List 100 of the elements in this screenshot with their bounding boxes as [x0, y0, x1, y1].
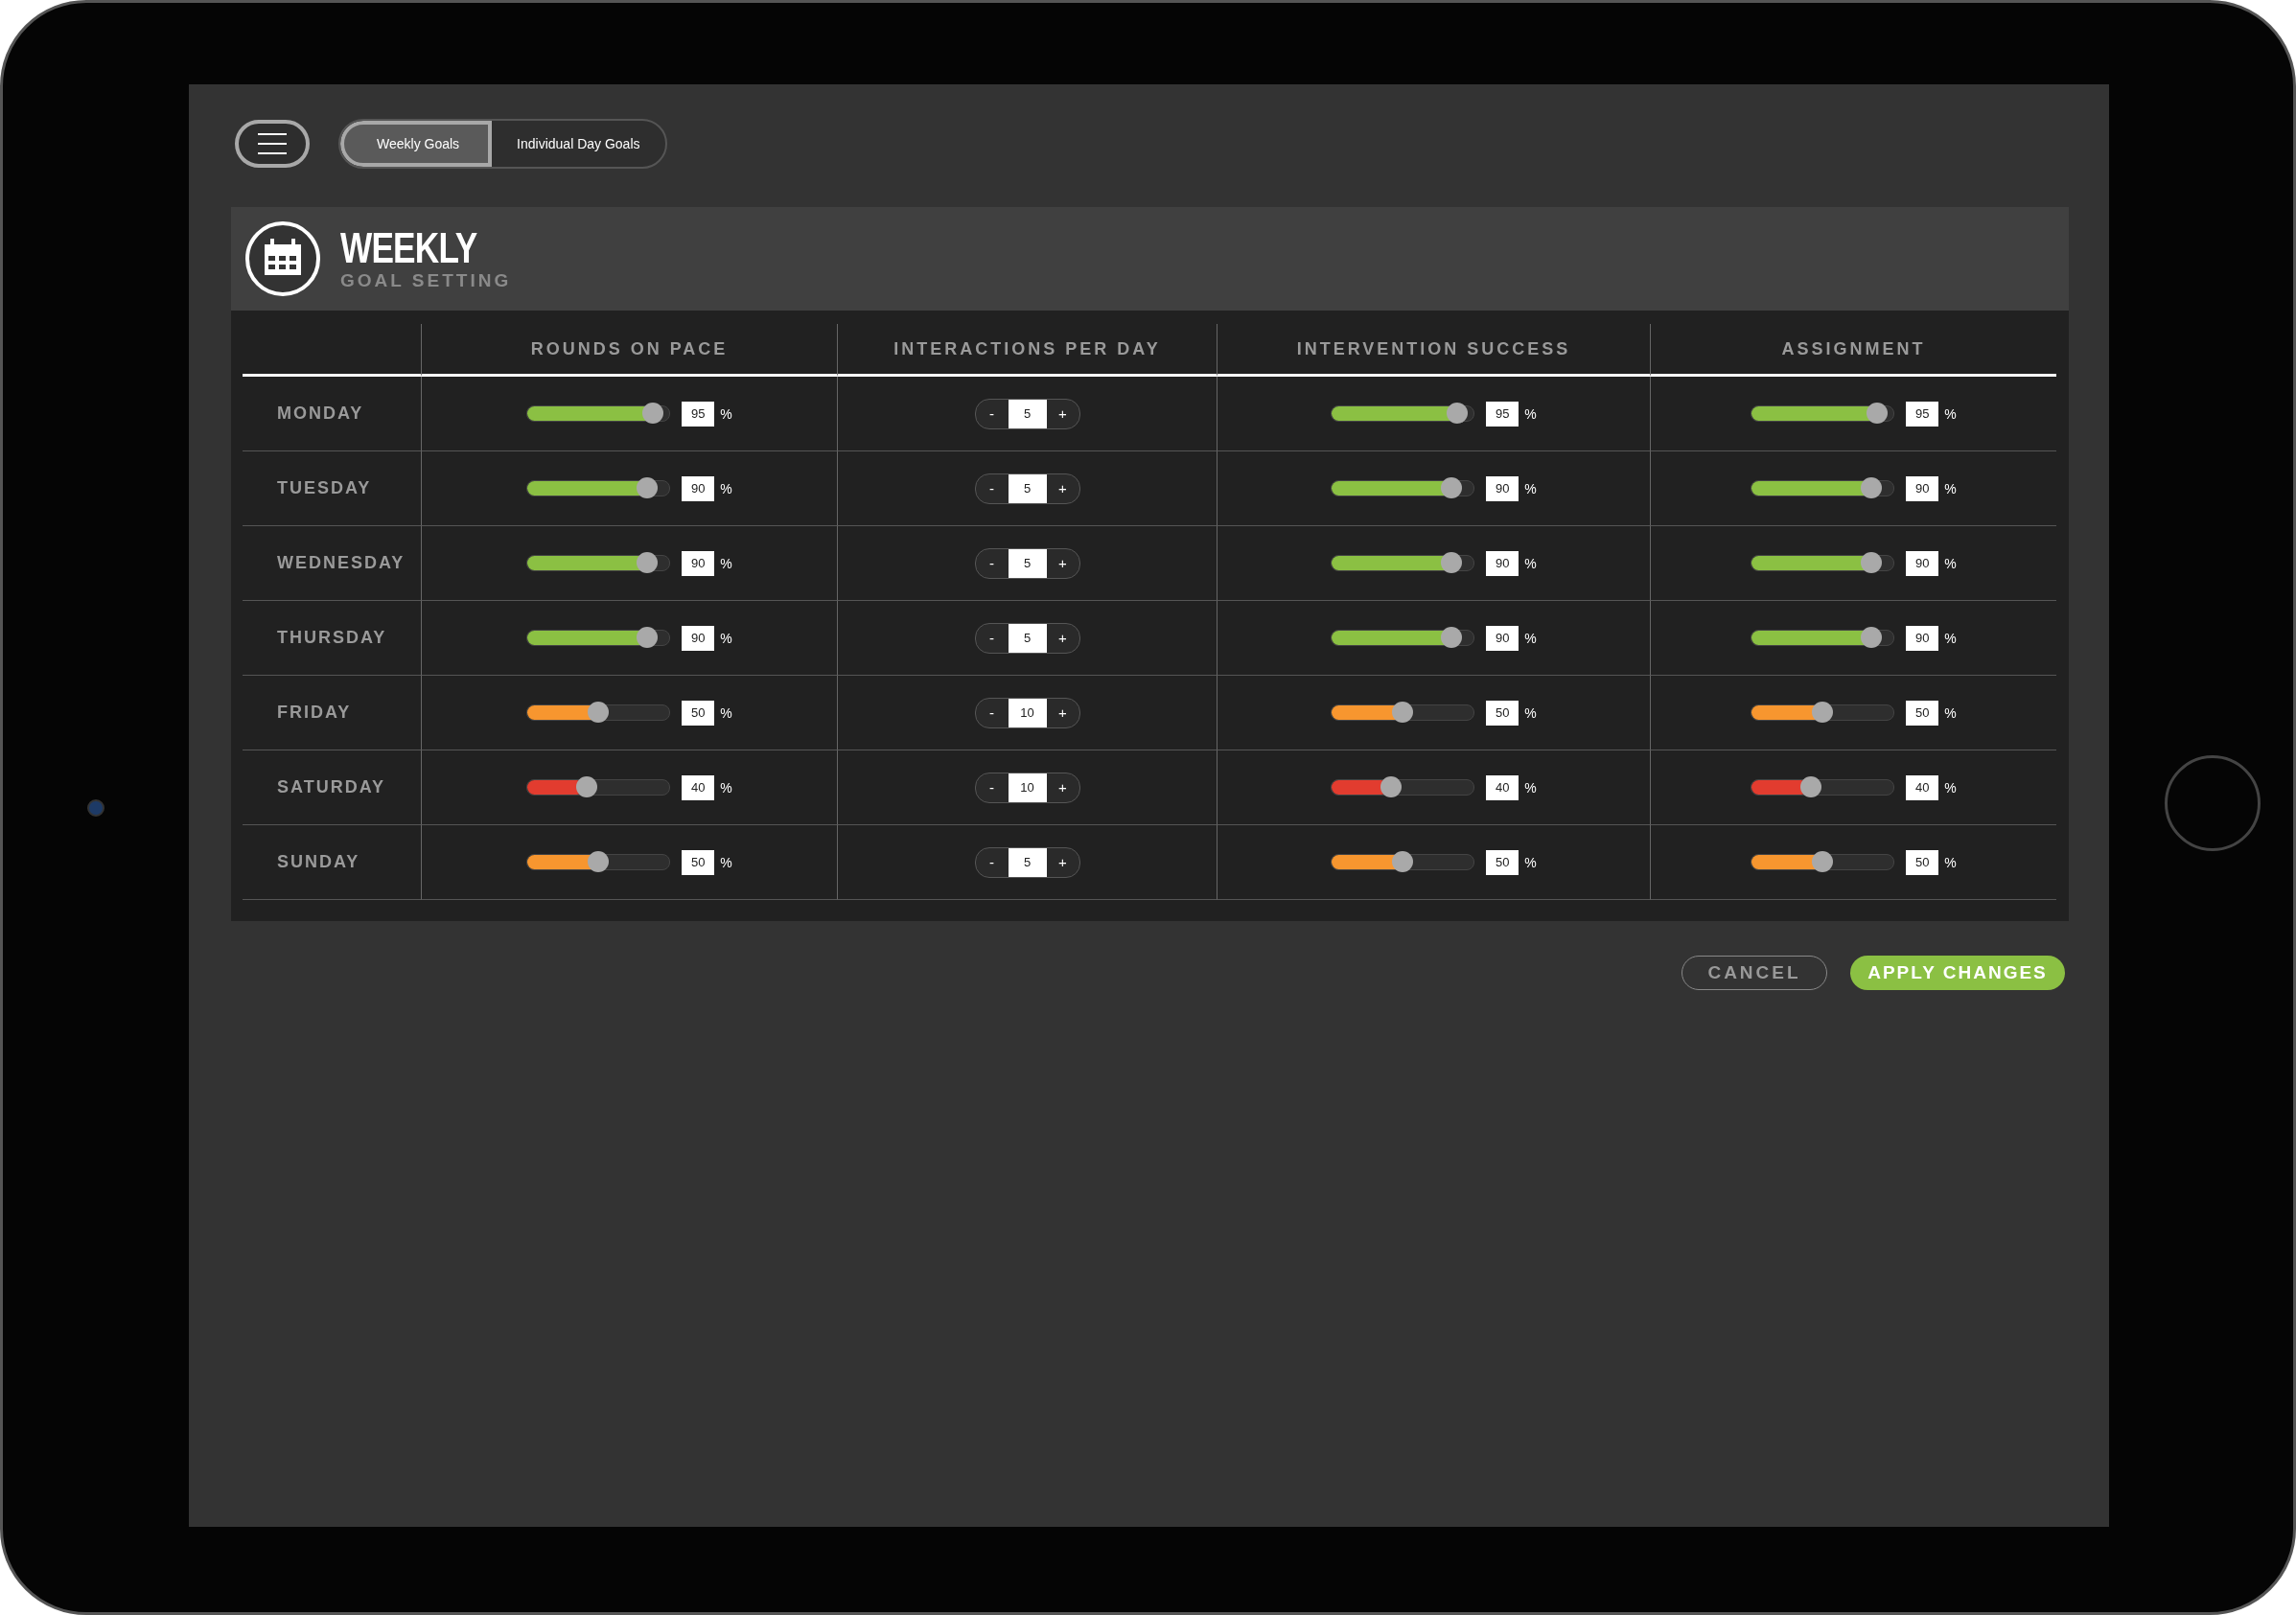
- value-field[interactable]: 40: [682, 774, 715, 800]
- slider-thumb[interactable]: [1860, 552, 1882, 573]
- value-field[interactable]: 90: [1906, 550, 1939, 576]
- day-label: MONDAY: [277, 404, 364, 424]
- slider-thumb[interactable]: [636, 627, 658, 648]
- percent-label: %: [1944, 480, 1957, 496]
- value-field[interactable]: 50: [682, 700, 715, 726]
- value-field[interactable]: 90: [1906, 625, 1939, 651]
- stepper-value[interactable]: 10: [1008, 698, 1047, 727]
- page-subtitle: GOAL SETTING: [340, 270, 512, 291]
- slider-track[interactable]: [526, 704, 671, 721]
- percent-label: %: [1524, 779, 1537, 796]
- slider-track[interactable]: [526, 555, 671, 571]
- stepper-value[interactable]: 5: [1008, 473, 1047, 503]
- slider-track[interactable]: [526, 779, 671, 796]
- value-field[interactable]: 90: [1486, 550, 1519, 576]
- value-field[interactable]: 40: [1906, 774, 1939, 800]
- slider-thumb[interactable]: [1812, 702, 1834, 723]
- slider-thumb[interactable]: [1860, 477, 1882, 498]
- slider-thumb[interactable]: [1440, 627, 1462, 648]
- slider-thumb[interactable]: [1440, 552, 1462, 573]
- day-label: TUESDAY: [277, 478, 372, 498]
- value-field[interactable]: 90: [1486, 625, 1519, 651]
- decrement-button[interactable]: -: [975, 473, 1009, 503]
- percent-label: %: [1944, 555, 1957, 571]
- slider-track[interactable]: [526, 480, 671, 496]
- decrement-button[interactable]: -: [975, 698, 1009, 727]
- value-field[interactable]: 50: [1906, 700, 1939, 726]
- value-field[interactable]: 50: [1906, 849, 1939, 875]
- decrement-button[interactable]: -: [975, 773, 1009, 802]
- percent-label: %: [1944, 779, 1957, 796]
- slider-track[interactable]: [1751, 480, 1895, 496]
- value-field[interactable]: 90: [1486, 475, 1519, 501]
- stepper-value[interactable]: 5: [1008, 623, 1047, 653]
- percent-label: %: [720, 854, 732, 870]
- slider-track[interactable]: [526, 405, 671, 422]
- slider-track[interactable]: [1331, 480, 1475, 496]
- increment-button[interactable]: +: [1046, 399, 1079, 428]
- decrement-button[interactable]: -: [975, 623, 1009, 653]
- slider-track[interactable]: [1751, 405, 1895, 422]
- slider-thumb[interactable]: [641, 403, 663, 424]
- slider-thumb[interactable]: [1392, 851, 1414, 872]
- day-label: SATURDAY: [277, 777, 385, 797]
- slider-thumb[interactable]: [588, 851, 610, 872]
- slider-track[interactable]: [1331, 704, 1475, 721]
- slider-track[interactable]: [1751, 704, 1895, 721]
- slider-thumb[interactable]: [1799, 776, 1821, 797]
- slider-track[interactable]: [1751, 779, 1895, 796]
- slider-track[interactable]: [526, 630, 671, 646]
- increment-button[interactable]: +: [1046, 548, 1079, 578]
- slider-thumb[interactable]: [1392, 702, 1414, 723]
- increment-button[interactable]: +: [1046, 623, 1079, 653]
- slider-track[interactable]: [1331, 854, 1475, 870]
- value-field[interactable]: 40: [1486, 774, 1519, 800]
- menu-button[interactable]: [235, 120, 310, 168]
- slider-track[interactable]: [1331, 630, 1475, 646]
- value-field[interactable]: 50: [682, 849, 715, 875]
- increment-button[interactable]: +: [1046, 473, 1079, 503]
- slider-thumb[interactable]: [1440, 477, 1462, 498]
- increment-button[interactable]: +: [1046, 773, 1079, 802]
- decrement-button[interactable]: -: [975, 548, 1009, 578]
- stepper-value[interactable]: 5: [1008, 548, 1047, 578]
- decrement-button[interactable]: -: [975, 847, 1009, 877]
- slider-thumb[interactable]: [636, 477, 658, 498]
- slider-track[interactable]: [526, 854, 671, 870]
- slider-thumb[interactable]: [1860, 627, 1882, 648]
- value-field[interactable]: 90: [682, 475, 715, 501]
- increment-button[interactable]: +: [1046, 698, 1079, 727]
- slider-track[interactable]: [1751, 854, 1895, 870]
- slider-thumb[interactable]: [1380, 776, 1402, 797]
- value-field[interactable]: 95: [682, 401, 715, 427]
- percent-label: %: [1524, 480, 1537, 496]
- day-label: THURSDAY: [277, 628, 387, 648]
- stepper-value[interactable]: 5: [1008, 399, 1047, 428]
- camera-dot: [87, 799, 104, 817]
- slider-track[interactable]: [1331, 555, 1475, 571]
- value-field[interactable]: 95: [1906, 401, 1939, 427]
- goal-tab[interactable]: Weekly Goals: [340, 121, 493, 167]
- stepper-value[interactable]: 10: [1008, 773, 1047, 802]
- increment-button[interactable]: +: [1046, 847, 1079, 877]
- value-field[interactable]: 90: [682, 625, 715, 651]
- value-field[interactable]: 95: [1486, 401, 1519, 427]
- slider-thumb[interactable]: [588, 702, 610, 723]
- slider-track[interactable]: [1751, 630, 1895, 646]
- decrement-button[interactable]: -: [975, 399, 1009, 428]
- value-field[interactable]: 90: [682, 550, 715, 576]
- percent-label: %: [720, 405, 732, 422]
- slider-track[interactable]: [1331, 405, 1475, 422]
- goal-tab[interactable]: Individual Day Goals: [492, 121, 665, 167]
- slider-thumb[interactable]: [575, 776, 597, 797]
- stepper-value[interactable]: 5: [1008, 847, 1047, 877]
- value-field[interactable]: 50: [1486, 849, 1519, 875]
- slider-track[interactable]: [1751, 555, 1895, 571]
- slider-thumb[interactable]: [636, 552, 658, 573]
- slider-thumb[interactable]: [1866, 403, 1888, 424]
- slider-thumb[interactable]: [1812, 851, 1834, 872]
- slider-track[interactable]: [1331, 779, 1475, 796]
- slider-thumb[interactable]: [1446, 403, 1468, 424]
- value-field[interactable]: 90: [1906, 475, 1939, 501]
- value-field[interactable]: 50: [1486, 700, 1519, 726]
